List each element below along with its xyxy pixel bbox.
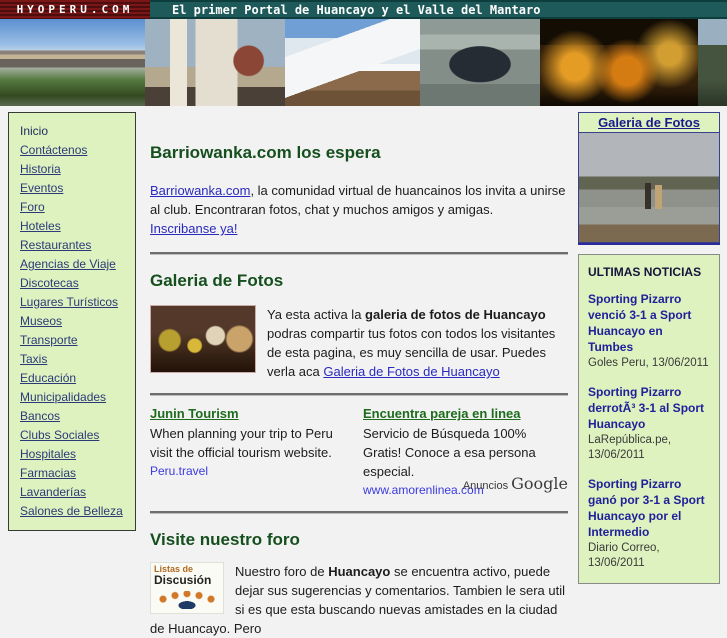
galeria-huancayo-link[interactable]: Galeria de Fotos de Huancayo bbox=[323, 364, 499, 379]
barriowanka-text: Barriowanka.com, la comunidad virtual de… bbox=[150, 181, 568, 238]
discussion-figures-icon bbox=[157, 591, 217, 609]
right-sidebar: Galeria de Fotos ULTIMAS NOTICIAS Sporti… bbox=[578, 112, 720, 584]
nav-item-historia[interactable]: Historia bbox=[20, 160, 135, 179]
news-item: Sporting Pizarro venció 3-1 a Sport Huan… bbox=[588, 291, 710, 371]
site-tagline: El primer Portal de Huancayo y el Valle … bbox=[150, 0, 727, 19]
listas-logo-line2: Discusión bbox=[154, 573, 212, 587]
nav-item-restaurantes[interactable]: Restaurantes bbox=[20, 236, 135, 255]
nav-item-inicio[interactable]: Inicio bbox=[20, 122, 135, 141]
nav-item-discotecas[interactable]: Discotecas bbox=[20, 274, 135, 293]
news-headline[interactable]: Sporting Pizarro venció 3-1 a Sport Huan… bbox=[588, 291, 710, 355]
barriowanka-link[interactable]: Barriowanka.com bbox=[150, 183, 250, 198]
nav-item-bancos[interactable]: Bancos bbox=[20, 407, 135, 426]
nav-item-lugares-turisticos[interactable]: Lugares Turísticos bbox=[20, 293, 135, 312]
nav-item-clubs-sociales[interactable]: Clubs Sociales bbox=[20, 426, 135, 445]
galeria-lake-photo[interactable] bbox=[579, 132, 719, 242]
banner-photo-snow-mountain bbox=[285, 19, 420, 106]
banner-photo-city-plaza bbox=[0, 19, 145, 106]
inscribanse-link[interactable]: Inscribanse ya! bbox=[150, 221, 237, 236]
nav-item-eventos[interactable]: Eventos bbox=[20, 179, 135, 198]
nav-item-municipalidades[interactable]: Municipalidades bbox=[20, 388, 135, 407]
anuncios-label: Anuncios bbox=[462, 480, 512, 492]
ad-title-pareja[interactable]: Encuentra pareja en linea bbox=[363, 406, 568, 421]
nav-item-taxis[interactable]: Taxis bbox=[20, 350, 135, 369]
galeria-text-before: Ya esta activa la bbox=[267, 307, 366, 322]
news-item: Sporting Pizarro derrotÃ³ 3-1 al Sport H… bbox=[588, 384, 710, 463]
nav-item-hoteles[interactable]: Hoteles bbox=[20, 217, 135, 236]
section-title-galeria: Galeria de Fotos bbox=[150, 271, 284, 290]
section-title-barriowanka: Barriowanka.com los espera bbox=[150, 143, 381, 162]
news-item: Sporting Pizarro ganó por 3-1 a Sport Hu… bbox=[588, 476, 710, 571]
ultimas-noticias-box: ULTIMAS NOTICIAS Sporting Pizarro venció… bbox=[578, 254, 720, 584]
nav-item-farmacias[interactable]: Farmacias bbox=[20, 464, 135, 483]
nav-item-museos[interactable]: Museos bbox=[20, 312, 135, 331]
ad-title-junin-tourism[interactable]: Junin Tourism bbox=[150, 406, 355, 421]
banner-photo-night-city bbox=[540, 19, 698, 106]
nav-item-contactenos[interactable]: Contáctenos bbox=[20, 141, 135, 160]
news-headline[interactable]: Sporting Pizarro ganó por 3-1 a Sport Hu… bbox=[588, 476, 710, 540]
section-galeria: Galeria de Fotos Ya esta activa la galer… bbox=[150, 271, 568, 381]
top-header-bar: HYOPERU.COM El primer Portal de Huancayo… bbox=[0, 0, 727, 19]
anuncios-google-attribution[interactable]: Anuncios Google bbox=[463, 474, 568, 493]
galeria-party-photo bbox=[150, 305, 256, 373]
banner-photo-edge bbox=[698, 19, 727, 106]
nav-item-lavanderias[interactable]: Lavanderías bbox=[20, 483, 135, 502]
google-logo: Google bbox=[511, 474, 568, 493]
divider bbox=[150, 393, 568, 396]
news-source: LaRepública.pe, 13/06/2011 bbox=[588, 434, 672, 461]
section-barriowanka: Barriowanka.com los espera Barriowanka.c… bbox=[150, 143, 568, 238]
foro-text-bold: Huancayo bbox=[328, 564, 391, 579]
nav-item-agencias-de-viaje[interactable]: Agencias de Viaje bbox=[20, 255, 135, 274]
divider bbox=[150, 252, 568, 255]
main-column: Barriowanka.com los espera Barriowanka.c… bbox=[150, 106, 568, 638]
nav-item-salones-de-belleza[interactable]: Salones de Belleza bbox=[20, 502, 135, 521]
listas-logo-line1: Listas de bbox=[154, 564, 194, 574]
noticias-title: ULTIMAS NOTICIAS bbox=[588, 265, 702, 279]
ad-body-pareja: Servicio de Búsqueda 100% Gratis! Conoce… bbox=[363, 426, 536, 479]
news-headline[interactable]: Sporting Pizarro derrotÃ³ 3-1 al Sport H… bbox=[588, 384, 710, 432]
listas-discusion-logo: Listas de Discusión bbox=[150, 562, 224, 614]
ad-junin-tourism: Junin Tourism When planning your trip to… bbox=[150, 406, 355, 497]
banner-photo-monument bbox=[420, 19, 540, 106]
divider bbox=[150, 511, 568, 514]
google-ads-block: Junin Tourism When planning your trip to… bbox=[150, 402, 568, 499]
galeria-de-fotos-box: Galeria de Fotos bbox=[578, 112, 720, 243]
ad-url-peru-travel[interactable]: Peru.travel bbox=[150, 464, 355, 478]
galeria-text-bold: galeria de fotos de Huancayo bbox=[365, 307, 546, 322]
galeria-box-underline bbox=[578, 243, 720, 245]
galeria-box-title-link[interactable]: Galeria de Fotos bbox=[579, 113, 719, 132]
site-logo[interactable]: HYOPERU.COM bbox=[0, 0, 150, 19]
nav-item-foro[interactable]: Foro bbox=[20, 198, 135, 217]
foro-text-before: Nuestro foro de bbox=[235, 564, 329, 579]
ad-body-junin-tourism: When planning your trip to Peru visit th… bbox=[150, 426, 333, 460]
content-area: Inicio Contáctenos Historia Eventos Foro… bbox=[0, 106, 727, 636]
left-navigation: Inicio Contáctenos Historia Eventos Foro… bbox=[8, 112, 136, 531]
section-foro: Visite nuestro foro Listas de Discusión … bbox=[150, 530, 568, 638]
banner-photo-cathedral bbox=[145, 19, 285, 106]
section-title-foro: Visite nuestro foro bbox=[150, 530, 300, 549]
nav-item-transporte[interactable]: Transporte bbox=[20, 331, 135, 350]
news-source: Goles Peru, 13/06/2011 bbox=[588, 357, 709, 369]
photo-banner bbox=[0, 19, 727, 106]
nav-item-hospitales[interactable]: Hospitales bbox=[20, 445, 135, 464]
nav-item-educacion[interactable]: Educación bbox=[20, 369, 135, 388]
news-source: Diario Correo, 13/06/2011 bbox=[588, 542, 660, 569]
